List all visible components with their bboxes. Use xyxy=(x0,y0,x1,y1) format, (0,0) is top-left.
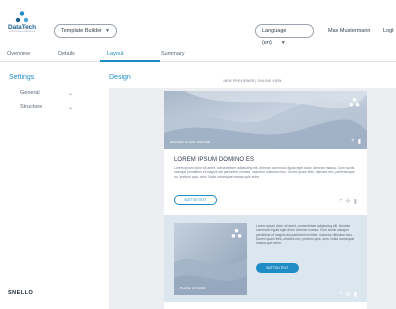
chevron-down-icon: ▼ xyxy=(104,28,110,34)
block-text[interactable]: Lorem ipsum dolor sit amet, consectetuer… xyxy=(256,224,361,245)
add-icon[interactable]: + xyxy=(339,198,343,205)
outline-cta-button[interactable]: BUTTON TEXT xyxy=(174,195,217,205)
add-icon[interactable]: + xyxy=(339,291,343,298)
logout-link[interactable]: Logt xyxy=(383,28,394,34)
user-name[interactable]: Max Mustermann xyxy=(328,28,371,34)
tab-overview[interactable]: Overview xyxy=(7,51,30,57)
image-block-toolbar: + ✣ ▮ xyxy=(339,291,357,298)
delete-icon[interactable]: ▮ xyxy=(354,198,357,205)
app-header: DataTech SOLUTIONS & SERVICES Template B… xyxy=(0,0,396,48)
template-select[interactable]: Template Builder ▼ xyxy=(54,24,117,38)
snello-logo: SNELLO xyxy=(8,290,34,296)
hero-caption: HEADER PLACE HOLDER xyxy=(170,140,211,144)
tab-layout[interactable]: Layout xyxy=(107,51,124,57)
brand-logo-icon xyxy=(231,229,242,238)
solid-cta-button[interactable]: BUTTON TEXT xyxy=(256,263,299,273)
sidebar-item-general[interactable]: General xyxy=(20,90,40,96)
move-icon[interactable]: ✣ xyxy=(346,291,351,298)
content-headline[interactable]: LOREM IPSUM DOMINO ES xyxy=(174,157,254,163)
sidebar-item-structure[interactable]: Structure xyxy=(20,104,42,110)
tab-details[interactable]: Details xyxy=(58,51,75,57)
add-icon[interactable]: + xyxy=(351,138,355,145)
chevron-down-icon[interactable]: ⌄ xyxy=(68,90,73,97)
hero-toolbar: + ▮ xyxy=(351,138,361,145)
hero-image-block[interactable]: HEADER PLACE HOLDER + ▮ xyxy=(164,91,367,149)
logo-tagline: SOLUTIONS & SERVICES xyxy=(8,31,36,33)
template-select-value: Template Builder xyxy=(61,28,102,34)
delete-icon[interactable]: ▮ xyxy=(358,138,361,145)
thumbnail-caption: PLACE HOLDER xyxy=(180,286,206,290)
email-preview: HEADER PLACE HOLDER + ▮ LOREM IPSUM DOMI… xyxy=(164,91,367,309)
language-select[interactable]: Language (en) ▼ xyxy=(255,24,314,46)
brand-logo-icon xyxy=(349,98,360,107)
datatech-logo[interactable]: DataTech SOLUTIONS & SERVICES xyxy=(7,11,37,33)
tab-summary[interactable]: Summary xyxy=(161,51,185,57)
tab-bar: Overview Details Layout Summary xyxy=(0,48,396,62)
preview-mode-label[interactable]: NEW PREVIEWER | ONLINE VIEW xyxy=(109,79,396,83)
move-icon[interactable]: ✣ xyxy=(346,198,351,205)
content-body[interactable]: Lorem ipsum dolor sit amet, consectetuer… xyxy=(174,166,360,179)
image-text-block[interactable]: PLACE HOLDER Lorem ipsum dolor sit amet,… xyxy=(164,215,367,302)
chevron-down-icon: ▼ xyxy=(280,40,286,46)
text-block-toolbar: + ✣ ▮ xyxy=(339,198,357,205)
delete-icon[interactable]: ▮ xyxy=(354,291,357,298)
thumbnail-image[interactable]: PLACE HOLDER xyxy=(174,223,247,295)
active-tab-indicator xyxy=(100,60,160,62)
chevron-down-icon[interactable]: ⌄ xyxy=(68,104,73,111)
settings-title: Settings xyxy=(9,74,35,81)
logo-text: DataTech xyxy=(8,24,36,31)
logo-icon xyxy=(15,11,29,23)
